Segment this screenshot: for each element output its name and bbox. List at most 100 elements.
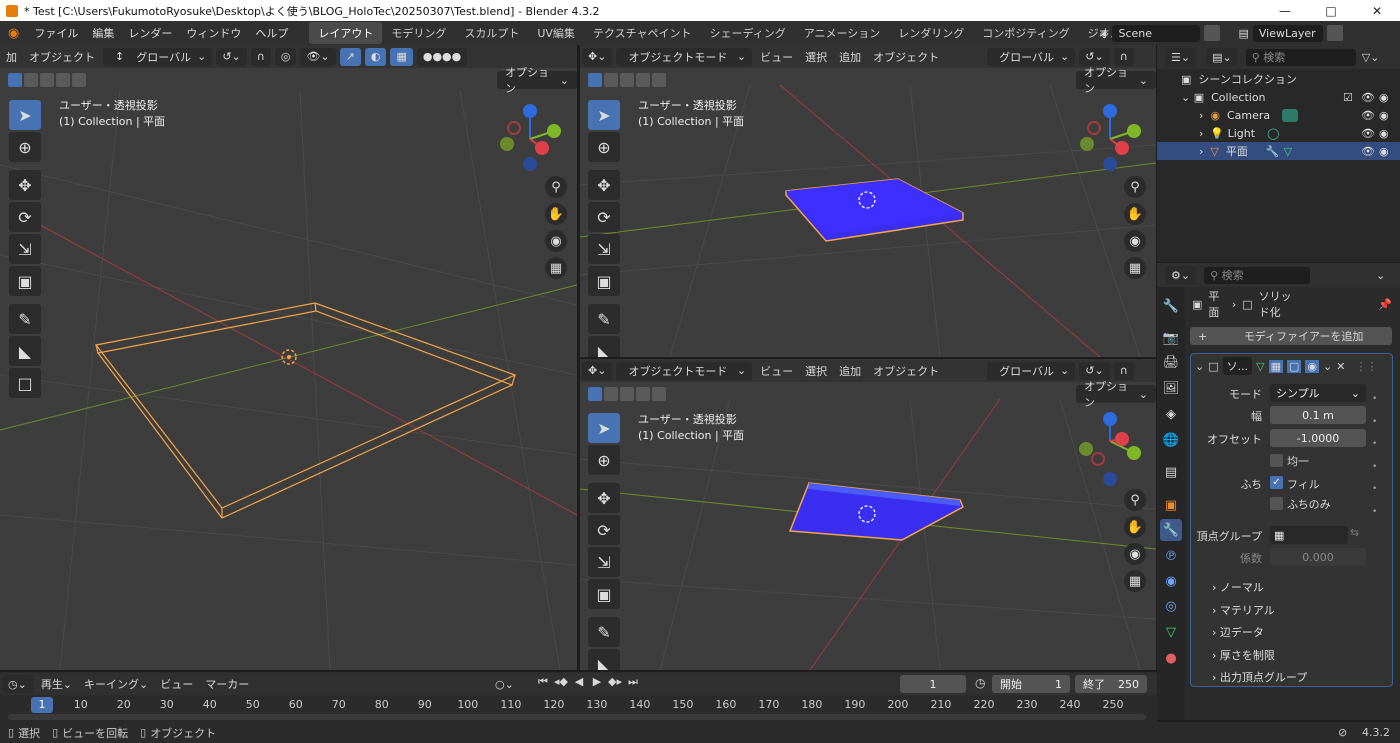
light-eye-icon[interactable]: 👁 — [1361, 127, 1375, 140]
tool-tab-icon[interactable]: 🔧 — [1160, 295, 1182, 317]
tr-move-tool-icon[interactable]: ✥ — [588, 170, 620, 200]
tr-ortho-grid-icon[interactable]: ▦ — [1124, 257, 1146, 279]
physics-tab-icon[interactable]: ◉ — [1160, 570, 1182, 592]
outliner-search-input[interactable]: ⚲ 検索 — [1245, 48, 1356, 66]
tr-annotate-tool-icon[interactable]: ✎ — [588, 304, 620, 334]
mode-dropdown[interactable]: シンプル ⌄ — [1270, 384, 1366, 402]
br-mode-dropdown[interactable]: オブジェクトモード ⌄ — [616, 361, 753, 380]
menu-file[interactable]: ファイル — [27, 25, 85, 41]
light-render-icon[interactable]: ◉ — [1379, 127, 1389, 140]
subpanel-materials[interactable]: › マテリアル — [1212, 602, 1275, 618]
invert-vgroup-icon[interactable]: ⇆ — [1350, 526, 1366, 544]
plane-eye-icon[interactable]: 👁 — [1361, 145, 1375, 158]
tab-texture-paint[interactable]: テクスチャペイント — [584, 22, 701, 44]
br-menu-add[interactable]: 追加 — [833, 363, 867, 379]
select-box-tool-icon[interactable]: ➤ — [9, 100, 41, 130]
br-scale-tool-icon[interactable]: ⇲ — [588, 547, 620, 577]
world-tab-icon[interactable]: 🌐 — [1160, 429, 1182, 451]
vertex-group-field[interactable]: ▦ — [1270, 526, 1348, 544]
properties-options-icon[interactable]: ⌄ — [1376, 269, 1385, 282]
outliner-plane-row[interactable]: › ▽ 平面 🔧 ▽ 👁 ◉ — [1157, 142, 1400, 160]
left-transform-orientation[interactable]: ↕ グローバル ⌄ — [103, 47, 213, 66]
camera-render-icon[interactable]: ◉ — [1379, 109, 1389, 122]
timeline-scrollbar[interactable] — [8, 714, 1146, 720]
particles-tab-icon[interactable]: ℗ — [1160, 545, 1182, 567]
marker-menu[interactable]: マーカー — [199, 676, 255, 692]
subpanel-edge-data[interactable]: › 辺データ — [1212, 624, 1264, 640]
edit-mode-toggle-icon[interactable]: ▽ — [1256, 360, 1264, 373]
tr-select-box-tool-icon[interactable]: ➤ — [588, 100, 620, 130]
left-visibility-dropdown[interactable]: 👁⌄ — [300, 47, 336, 66]
br-camera-view-icon[interactable]: ◉ — [1124, 543, 1146, 565]
outliner-camera-row[interactable]: › ◉ Camera 👁 ◉ — [1157, 106, 1400, 124]
zoom-icon[interactable]: ⚲ — [545, 176, 567, 198]
offset-field[interactable]: -1.0000 — [1270, 429, 1366, 447]
tab-uv-editing[interactable]: UV編集 — [528, 22, 584, 44]
auto-keying-toggle[interactable]: ○⌄ — [495, 676, 527, 692]
tr-transform-orientation[interactable]: グローバル ⌄ — [987, 47, 1076, 66]
tr-scale-tool-icon[interactable]: ⇲ — [588, 234, 620, 264]
tr-menu-select[interactable]: 選択 — [799, 49, 833, 65]
br-transform-orientation[interactable]: グローバル ⌄ — [987, 361, 1076, 380]
keying-menu[interactable]: キーイング⌄ — [78, 676, 154, 692]
plane-render-icon[interactable]: ◉ — [1379, 145, 1389, 158]
collapse-arrow-icon[interactable]: ⌄ — [1195, 360, 1204, 373]
properties-search-input[interactable]: ⚲ 検索 — [1204, 266, 1311, 284]
pin-icon[interactable]: 📌 — [1378, 298, 1392, 311]
new-scene-icon[interactable] — [1204, 25, 1221, 41]
camera-view-icon[interactable]: ◉ — [545, 230, 567, 252]
drag-handle-icon[interactable]: ⋮⋮ — [1355, 360, 1377, 373]
outliner-filter-icon[interactable]: ▽⌄ — [1362, 51, 1380, 64]
minimize-button[interactable]: — — [1262, 0, 1308, 21]
br-move-tool-icon[interactable]: ✥ — [588, 483, 620, 513]
tr-transform-tool-icon[interactable]: ▣ — [588, 266, 620, 296]
left-select-mode-bar[interactable] — [8, 71, 86, 89]
left-xray-toggle[interactable]: ▦ — [390, 47, 413, 66]
tr-options-dropdown[interactable]: オプション ⌄ — [1076, 66, 1156, 95]
menu-window[interactable]: ウィンドウ — [179, 25, 248, 41]
tr-snap-toggle[interactable]: ∩ — [1113, 47, 1134, 66]
blender-menu-icon[interactable]: ◉ — [0, 26, 27, 41]
left-proportional-toggle[interactable]: ◎ — [274, 47, 297, 66]
viewport-bottom-right[interactable]: ✥⌄ オブジェクトモード ⌄ ビュー 選択 追加 オブジェクト グローバル ⌄ ↺… — [580, 359, 1156, 670]
left-options-dropdown[interactable]: オプション ⌄ — [497, 66, 577, 95]
maximize-button[interactable]: □ — [1308, 0, 1354, 21]
fill-rim-checkbox[interactable]: ✓ — [1270, 476, 1283, 489]
annotate-tool-icon[interactable]: ✎ — [9, 304, 41, 334]
tab-animation[interactable]: アニメーション — [795, 22, 890, 44]
left-add-menu[interactable]: 加 — [0, 49, 23, 65]
tr-cursor-tool-icon[interactable]: ⊕ — [588, 132, 620, 162]
viewport-left[interactable]: 加 オブジェクト ↕ グローバル ⌄ ↺⌄ ∩ ◎ 👁⌄ ↗ ◐ ▦ ●●●● オプ… — [0, 45, 577, 670]
tab-shading[interactable]: シェーディング — [700, 22, 794, 44]
br-transform-tool-icon[interactable]: ▣ — [588, 579, 620, 609]
subpanel-normals[interactable]: › ノーマル — [1212, 579, 1264, 595]
collection-tab-icon[interactable]: ▤ — [1160, 461, 1182, 483]
br-ortho-grid-icon[interactable]: ▦ — [1124, 570, 1146, 592]
outliner-editor-type[interactable]: ☰⌄ — [1165, 48, 1197, 66]
current-frame-field[interactable]: 1 — [900, 675, 966, 693]
br-select-box-tool-icon[interactable]: ➤ — [588, 413, 620, 443]
tr-select-mode-bar[interactable] — [588, 71, 666, 89]
left-nav-gizmo[interactable] — [494, 103, 566, 175]
br-menu-object[interactable]: オブジェクト — [867, 363, 945, 379]
cage-toggle-icon[interactable]: ▦ — [1268, 359, 1283, 373]
tr-menu-add[interactable]: 追加 — [833, 49, 867, 65]
pan-hand-icon[interactable]: ✋ — [545, 203, 567, 225]
rotate-tool-icon[interactable]: ⟳ — [9, 202, 41, 232]
left-gizmo-toggle[interactable]: ↗ — [339, 47, 361, 66]
viewport-toggle-icon[interactable]: ▢ — [1287, 359, 1302, 373]
scene-field[interactable]: Scene — [1112, 24, 1201, 42]
tab-layout[interactable]: レイアウト — [309, 22, 383, 44]
subpanel-thickness-clamp[interactable]: › 厚さを制限 — [1212, 647, 1275, 663]
tr-menu-view[interactable]: ビュー — [754, 49, 799, 65]
cursor-tool-icon[interactable]: ⊕ — [9, 132, 41, 162]
next-keyframe-icon[interactable]: ◆▸ — [607, 675, 623, 693]
measure-tool-icon[interactable]: ◣ — [9, 336, 41, 366]
timeline-editor-type[interactable]: ◷⌄ — [2, 675, 33, 693]
outliner-scene-collection[interactable]: ▣ シーンコレクション — [1157, 70, 1400, 88]
br-pan-hand-icon[interactable]: ✋ — [1124, 516, 1146, 538]
left-snap-toggle[interactable]: ∩ — [250, 47, 271, 66]
collection-camera-icon[interactable]: ◉ — [1379, 91, 1389, 104]
modifier-tab-icon[interactable]: 🔧 — [1160, 519, 1182, 541]
playback-menu[interactable]: 再生⌄ — [35, 676, 78, 692]
